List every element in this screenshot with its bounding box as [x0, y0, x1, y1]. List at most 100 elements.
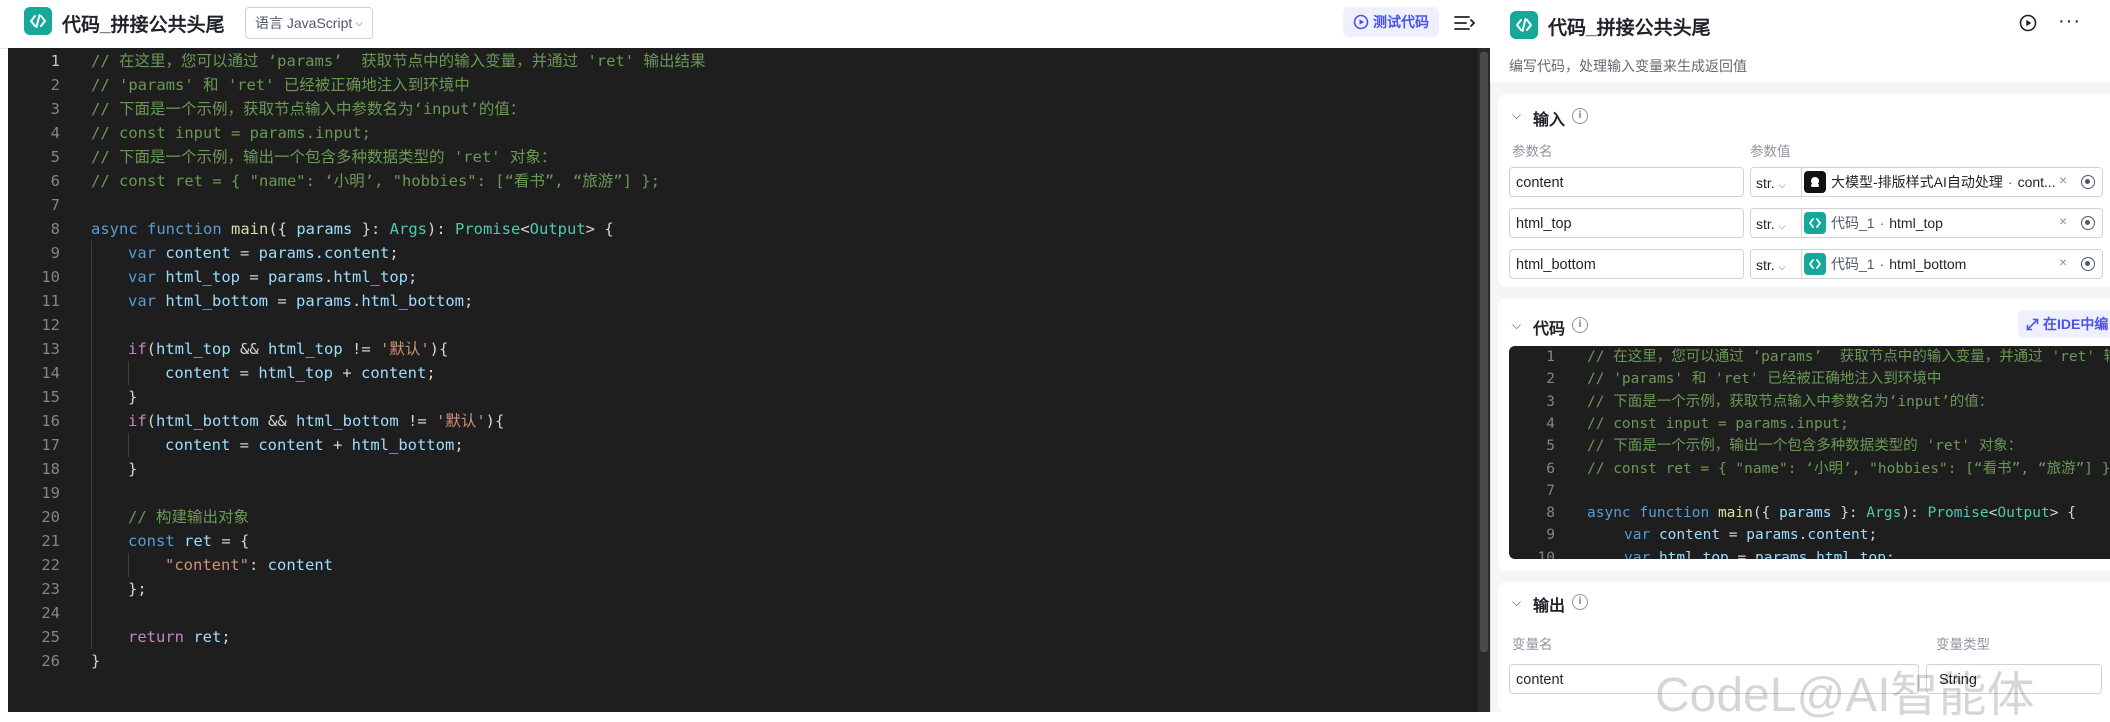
chevron-down-icon[interactable]: ⌵ — [1512, 108, 1521, 123]
code-line: var html_bottom = params.html_bottom; — [128, 292, 474, 310]
line-number: 1 — [1546, 349, 1555, 365]
play-circle-icon — [1353, 14, 1369, 30]
line-number: 24 — [41, 604, 60, 622]
code-line: // 在这里，您可以通过 ‘params’ 获取节点中的输入变量，并通过 're… — [1587, 349, 2110, 365]
code-line: // 下面是一个示例，获取节点输入中参数名为‘input’的值： — [91, 100, 526, 118]
line-number: 14 — [41, 364, 60, 382]
line-number: 4 — [50, 124, 60, 142]
line-number: 9 — [50, 244, 60, 262]
line-number: 6 — [1546, 460, 1555, 477]
line-number: 15 — [41, 388, 60, 406]
param-reference-field[interactable]: 代码_1 · html_top — [1801, 208, 2103, 238]
close-icon[interactable]: × — [2059, 213, 2067, 229]
code-line: // 'params' 和 'ret' 已经被正确地注入到环境中 — [1587, 371, 1942, 388]
param-name-input[interactable]: html_bottom — [1509, 249, 1744, 279]
code-line: if(html_top && html_top != '默认'){ — [128, 340, 449, 358]
chevron-down-icon[interactable]: ⌵ — [1512, 595, 1521, 610]
editor-title: 代码_拼接公共头尾 — [62, 15, 225, 36]
line-number: 5 — [50, 148, 60, 166]
expand-icon — [2026, 318, 2039, 330]
line-number: 10 — [41, 268, 60, 286]
param-type-label: str. — [1756, 216, 1775, 232]
line-number: 16 — [41, 412, 60, 430]
code-line: } — [91, 652, 101, 670]
param-type-select[interactable]: str. ⌵ — [1750, 249, 1802, 279]
param-name-input[interactable]: html_top — [1509, 208, 1744, 238]
code-preview[interactable]: 1 2 3 4 5 6 7 8 9 10 // 在这里，您可以通过 ‘param… — [1509, 346, 2110, 559]
param-reference-field[interactable]: 大模型-排版样式AI自动处理 · cont... — [1801, 167, 2103, 197]
line-number: 10 — [1537, 549, 1555, 559]
var-type-header: 变量类型 — [1936, 637, 1990, 652]
language-select-label: 语言 JavaScript — [255, 15, 353, 31]
close-icon[interactable]: × — [2059, 254, 2067, 270]
close-icon[interactable]: × — [2059, 172, 2067, 188]
code-node-icon — [24, 7, 52, 35]
info-icon[interactable]: i — [1572, 594, 1588, 610]
code-line: const ret = { — [128, 532, 250, 550]
code-line: // 下面是一个示例，输出一个包含多种数据类型的 'ret' 对象： — [91, 148, 557, 166]
code-line: // const input = params.input; — [1587, 415, 1849, 432]
line-number: 3 — [50, 100, 60, 118]
code-brackets-icon — [1804, 253, 1826, 275]
target-icon[interactable] — [2081, 257, 2095, 271]
test-code-button[interactable]: 测试代码 — [1343, 7, 1439, 37]
param-reference-field[interactable]: 代码_1 · html_bottom — [1801, 249, 2103, 279]
indent-guide — [128, 553, 129, 577]
more-dots-icon[interactable]: ··· — [2058, 10, 2081, 33]
info-icon[interactable]: i — [1572, 108, 1588, 124]
line-number: 3 — [1546, 393, 1555, 410]
info-icon[interactable]: i — [1572, 317, 1588, 333]
line-number: 13 — [41, 340, 60, 358]
line-number: 23 — [41, 580, 60, 598]
code-section-title: 代码 — [1533, 321, 1566, 338]
edit-in-ide-label: 在IDE中编 — [2043, 316, 2109, 332]
panel-title: 代码_拼接公共头尾 — [1548, 18, 1711, 39]
code-scrollbar-thumb[interactable] — [1480, 52, 1488, 652]
target-icon[interactable] — [2081, 175, 2095, 189]
param-type-select[interactable]: str. ⌵ — [1750, 208, 1802, 238]
param-name-header: 参数名 — [1512, 144, 1553, 159]
output-section-title: 输出 — [1533, 598, 1566, 615]
param-name-input[interactable]: content — [1509, 167, 1744, 197]
line-number: 17 — [41, 436, 60, 454]
code-line: } — [128, 388, 138, 406]
line-number: 8 — [50, 220, 60, 238]
line-number: 7 — [1546, 482, 1555, 499]
var-name-header: 变量名 — [1512, 637, 1553, 652]
indent-guide — [128, 433, 129, 457]
target-icon[interactable] — [2081, 216, 2095, 230]
code-line: content = html_top + content; — [165, 364, 436, 382]
input-section-title: 输入 — [1533, 112, 1566, 129]
param-type-label: str. — [1756, 257, 1775, 273]
code-line: async function main({ params }: Args): P… — [1587, 505, 2076, 522]
code-line: var html_top = params.html_top; — [128, 268, 418, 286]
line-number: 6 — [50, 172, 60, 190]
reference-separator: · — [1879, 256, 1885, 272]
line-number: 4 — [1546, 415, 1555, 432]
reference-separator: · — [1879, 215, 1885, 231]
line-number: 9 — [1546, 527, 1555, 544]
reference-node-name: 代码_1 — [1831, 256, 1875, 272]
reference-variable-name: cont... — [2017, 174, 2056, 190]
param-type-select[interactable]: str. ⌵ — [1750, 167, 1802, 197]
watermark: CodeL@AI智能体 — [1655, 669, 2035, 722]
code-line: var content = params.content; — [1624, 527, 1878, 544]
chevron-down-icon: ⌵ — [1778, 221, 1786, 231]
language-select[interactable]: 语言 JavaScript ⌵ — [245, 7, 373, 39]
line-number: 5 — [1546, 438, 1555, 455]
reference-node-name: 大模型-排版样式AI自动处理 — [1831, 174, 2003, 190]
code-line: }; — [128, 580, 147, 598]
chevron-down-icon[interactable]: ⌵ — [1512, 318, 1521, 333]
run-node-button[interactable] — [2019, 14, 2037, 32]
reference-separator: · — [2007, 174, 2013, 190]
panel-description: 编写代码，处理输入变量来生成返回值 — [1509, 58, 1747, 74]
code-line: async function main({ params }: Args): P… — [91, 220, 614, 238]
reference-node-name: 代码_1 — [1831, 215, 1875, 231]
edit-in-ide-button[interactable]: 在IDE中编 — [2018, 310, 2110, 338]
collapse-panel-icon[interactable] — [1452, 10, 1478, 36]
line-number: 26 — [41, 652, 60, 670]
chevron-down-icon: ⌵ — [1778, 180, 1786, 190]
line-number: 12 — [41, 316, 60, 334]
line-number: 25 — [41, 628, 60, 646]
line-number: 19 — [41, 484, 60, 502]
